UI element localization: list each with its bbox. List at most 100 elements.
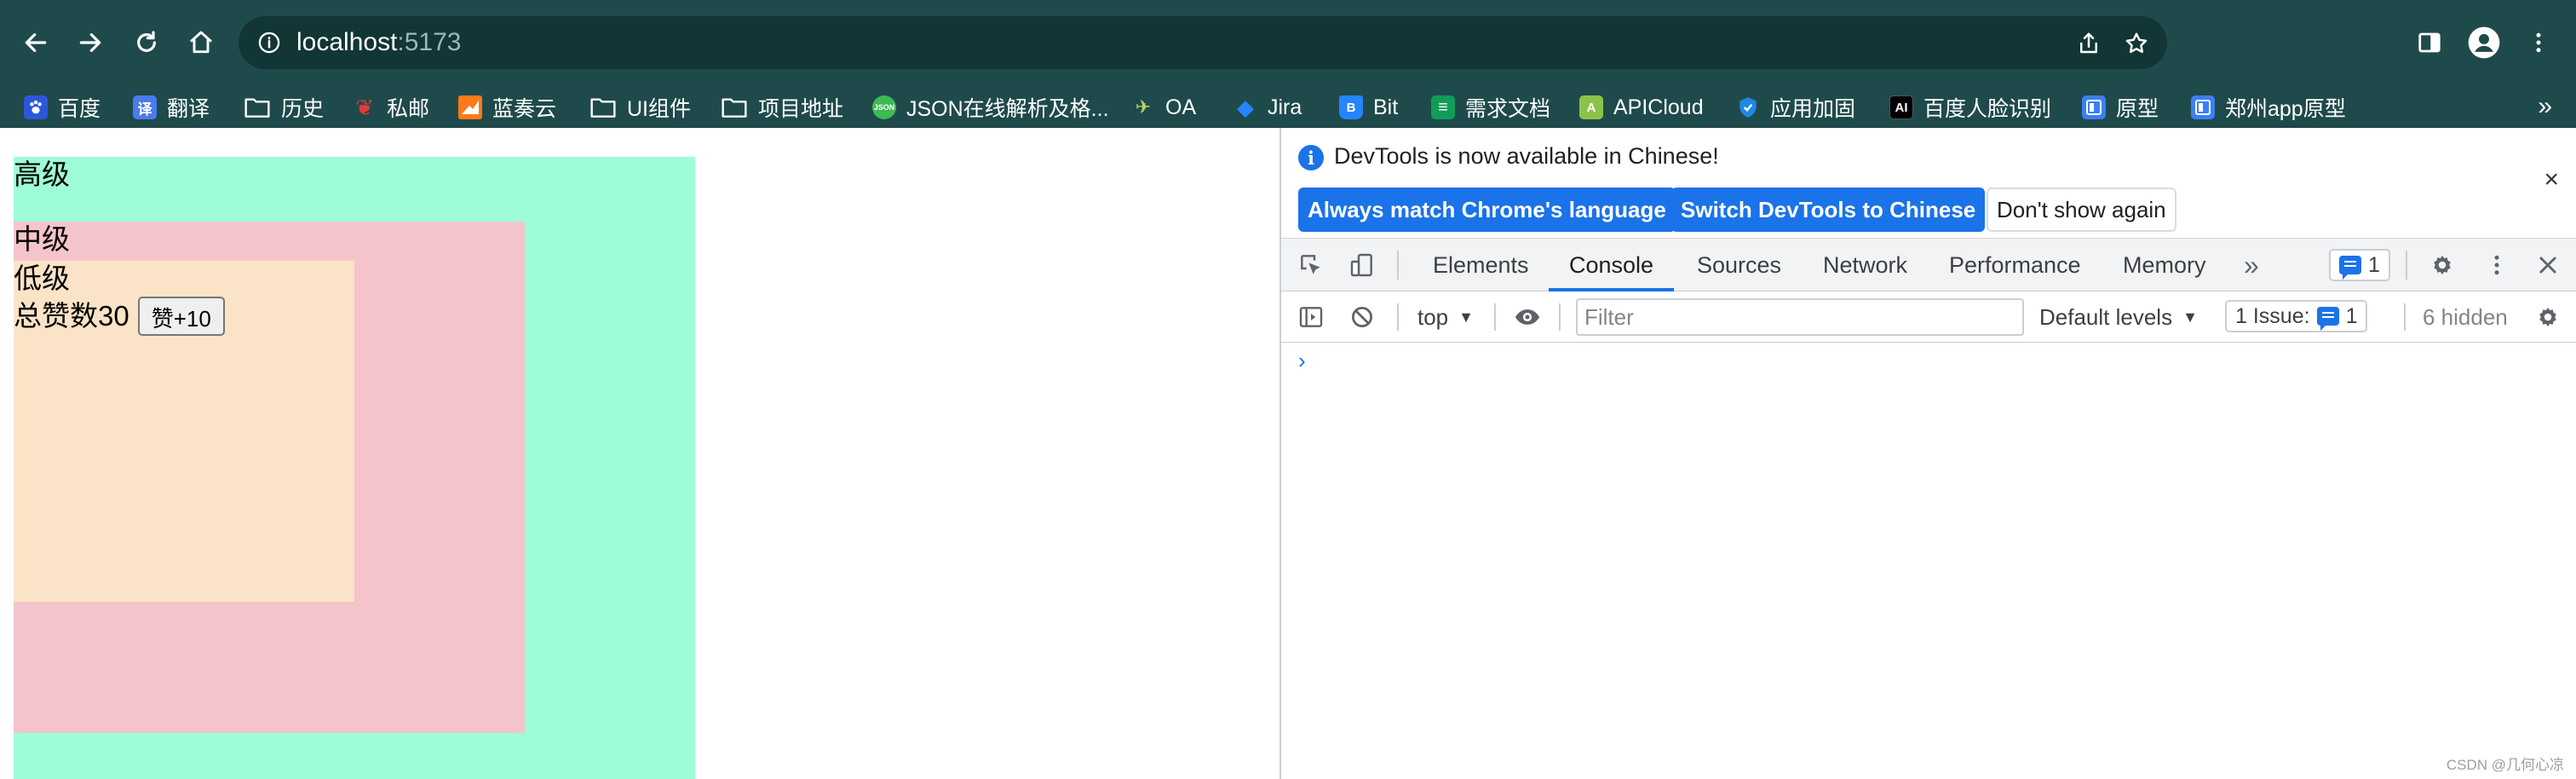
tab-performance[interactable]: Performance: [1949, 239, 2081, 291]
infobar-close-icon[interactable]: ×: [2544, 165, 2559, 194]
high-level-box: 高级 中级 低级 总赞数30 赞+10: [14, 157, 695, 779]
bookmark-oa[interactable]: ✈ OA: [1124, 90, 1203, 124]
home-icon: [190, 31, 212, 54]
back-button[interactable]: [12, 17, 60, 68]
profile-avatar-icon: [2468, 26, 2500, 59]
bookmark-app-hardening[interactable]: 应用加固: [1729, 90, 1862, 124]
bookmark-label: 原型: [2116, 97, 2159, 121]
bookmark-folder-projects[interactable]: 项目地址: [714, 90, 850, 124]
device-mode-icon: [1350, 253, 1372, 277]
inspect-element-button[interactable]: [1295, 249, 1327, 281]
side-panel-button[interactable]: [2406, 19, 2453, 66]
settings-button[interactable]: [2426, 249, 2458, 281]
home-button[interactable]: [177, 17, 225, 68]
toolbar-divider: [1397, 303, 1399, 331]
issues-counter-button[interactable]: 1: [2329, 249, 2390, 281]
page-viewport: 高级 中级 低级 总赞数30 赞+10: [0, 128, 1279, 779]
bookmarks-overflow-chevron-icon[interactable]: »: [2538, 92, 2552, 121]
bookmark-json[interactable]: JSON JSON在线解析及格...: [865, 90, 1116, 124]
hidden-messages-count: 6 hidden: [2423, 303, 2508, 330]
bookmark-face-recognition[interactable]: AI 百度人脸识别: [1883, 90, 2058, 124]
show-sidebar-button[interactable]: [1295, 301, 1327, 333]
gear-icon: [2434, 255, 2451, 275]
reload-button[interactable]: [123, 17, 170, 68]
shield-icon: [1736, 95, 1760, 119]
site-info-icon[interactable]: [257, 31, 281, 55]
inspect-cursor-icon: [1301, 255, 1320, 274]
device-toolbar-button[interactable]: [1346, 249, 1378, 281]
live-expression-button[interactable]: [1511, 301, 1544, 333]
bookmark-jira[interactable]: ◆ Jira: [1227, 90, 1308, 124]
toolbar-divider: [2406, 251, 2407, 280]
message-icon: [2339, 256, 2361, 280]
bookmark-zhengzhou-prototype[interactable]: 郑州app原型: [2184, 90, 2353, 124]
cloud-icon: [458, 95, 482, 119]
baidu-paw-icon: [24, 95, 48, 119]
match-chrome-language-button[interactable]: Always match Chrome's language: [1298, 188, 1676, 232]
bookmark-label: 需求文档: [1465, 97, 1551, 121]
more-tabs-chevron-icon[interactable]: »: [2244, 239, 2259, 291]
clear-console-button[interactable]: [1346, 301, 1378, 333]
close-devtools-button[interactable]: [2532, 249, 2564, 281]
url-port: :5173: [397, 28, 462, 56]
browser-menu-button[interactable]: [2515, 19, 2562, 66]
log-levels-dropdown[interactable]: Default levels ▼: [2039, 291, 2198, 343]
bookmark-requirements[interactable]: ≡ 需求文档: [1424, 90, 1557, 124]
devtools-menu-button[interactable]: [2481, 249, 2513, 281]
profile-button[interactable]: [2460, 19, 2508, 66]
tab-elements[interactable]: Elements: [1433, 239, 1529, 291]
devtools-tab-bar: Elements Console Sources Network Perform…: [1281, 239, 2576, 291]
infobar-message: DevTools is now available in Chinese!: [1334, 143, 1719, 169]
bookmark-label: JSON在线解析及格...: [906, 97, 1109, 121]
tab-sources[interactable]: Sources: [1697, 239, 1781, 291]
no-entry-icon: [1352, 307, 1372, 327]
url-text[interactable]: localhost:5173: [296, 28, 461, 57]
bookmark-folder-history[interactable]: 历史: [237, 90, 331, 124]
tab-console[interactable]: Console: [1548, 239, 1675, 291]
bitbucket-icon: B: [1339, 95, 1363, 119]
bookmark-mail[interactable]: ❦ 私邮: [346, 90, 436, 124]
bookmark-baidu[interactable]: 百度: [17, 90, 107, 124]
folder-icon: [244, 98, 270, 118]
console-settings-button[interactable]: [2532, 301, 2564, 333]
kebab-menu-icon: [2536, 32, 2541, 53]
side-panel-icon: [2418, 32, 2441, 53]
bookmark-star-button[interactable]: [2118, 25, 2155, 62]
console-filter-input[interactable]: [1576, 298, 2024, 336]
info-icon: i: [1298, 145, 1324, 170]
switch-to-chinese-button[interactable]: Switch DevTools to Chinese: [1671, 188, 1986, 232]
browser-toolbar: localhost:5173: [0, 0, 2576, 85]
share-icon: [2080, 32, 2097, 54]
forward-button[interactable]: [66, 17, 114, 68]
console-prompt-chevron-icon[interactable]: ›: [1298, 348, 1306, 374]
bookmark-folder-ui[interactable]: UI组件: [583, 90, 698, 124]
bookmark-bit[interactable]: B Bit: [1332, 90, 1405, 124]
bookmark-label: 项目地址: [758, 97, 844, 121]
mail-icon: ❦: [355, 94, 374, 120]
like-plus-ten-button[interactable]: 赞+10: [137, 297, 225, 336]
high-level-title: 高级: [14, 159, 70, 190]
bookmark-lanzou[interactable]: 蓝奏云: [451, 90, 563, 124]
bookmark-label: APICloud: [1613, 95, 1704, 119]
context-selector[interactable]: top ▼: [1417, 291, 1474, 343]
translate-icon: 译: [133, 95, 157, 119]
console-issues-button[interactable]: 1 Issue: 1: [2225, 300, 2368, 332]
low-level-title: 低级: [14, 263, 70, 294]
apicloud-icon: A: [1579, 95, 1603, 119]
bookmark-label: 郑州app原型: [2225, 97, 2346, 121]
dont-show-again-button[interactable]: Don't show again: [1987, 188, 2176, 232]
bookmark-prototype[interactable]: 原型: [2075, 90, 2165, 124]
toolbar-divider: [1494, 303, 1496, 331]
bookmark-translate[interactable]: 译 翻译: [126, 90, 216, 124]
address-bar[interactable]: localhost:5173: [239, 16, 2167, 69]
ai-icon: AI: [1889, 95, 1913, 119]
bookmark-label: UI组件: [627, 97, 692, 121]
bookmark-label: 应用加固: [1770, 97, 1856, 121]
tab-network[interactable]: Network: [1823, 239, 1907, 291]
eye-icon: [1515, 309, 1540, 325]
share-button[interactable]: [2070, 25, 2107, 62]
issues-count: 1: [2345, 303, 2358, 328]
low-level-box: 低级 总赞数30 赞+10: [14, 261, 354, 602]
tab-memory[interactable]: Memory: [2123, 239, 2206, 291]
bookmark-apicloud[interactable]: A APICloud: [1573, 90, 1711, 124]
